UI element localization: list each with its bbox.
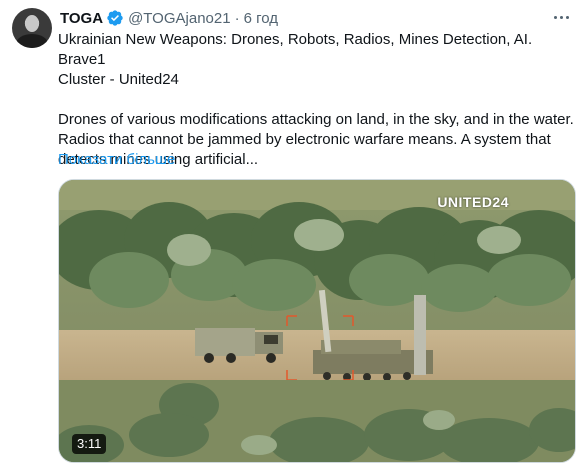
video-duration-badge: 3:11 (72, 434, 107, 454)
tweet-header: TOGA @TOGAjano21 · 6 год (60, 7, 278, 29)
verified-badge-icon (107, 10, 123, 26)
more-options-icon[interactable] (548, 6, 574, 28)
more-dot (565, 15, 569, 19)
author-name[interactable]: TOGA (60, 10, 103, 27)
video-thumbnail (59, 180, 575, 462)
author-handle[interactable]: @TOGAjano21 (128, 10, 231, 27)
avatar-shoulders (16, 34, 48, 48)
more-dot (553, 15, 557, 19)
tweet-body-line: Radios that cannot be jammed by electron… (58, 131, 551, 148)
separator-dot: · (234, 9, 240, 27)
video-watermark: UNITED24 (437, 194, 509, 210)
show-more-link[interactable]: Показати більше (58, 150, 175, 170)
more-dot (559, 15, 563, 19)
tweet-title-line: Cluster - United24 (58, 71, 179, 88)
tweet-time[interactable]: 6 год (244, 10, 278, 27)
tweet-body-line: Drones of various modifications attackin… (58, 111, 574, 128)
avatar[interactable] (12, 8, 52, 48)
tweet-title-line: Ukrainian New Weapons: Drones, Robots, R… (58, 31, 533, 68)
tweet-text: Ukrainian New Weapons: Drones, Robots, R… (58, 30, 578, 170)
video-player[interactable]: UNITED24 3:11 (58, 179, 576, 463)
avatar-head (25, 15, 39, 32)
tweet-card[interactable]: TOGA @TOGAjano21 · 6 год Ukrainian New W… (0, 0, 585, 476)
